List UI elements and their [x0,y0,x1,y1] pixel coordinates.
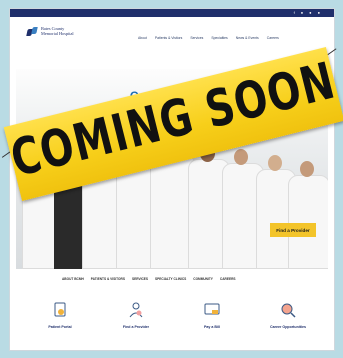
quicklink-career-opportunities[interactable]: Career Opportunities [262,301,314,329]
facebook-icon[interactable]: f [294,11,295,15]
quicklink-label: Career Opportunities [270,325,306,329]
nav-item-patients[interactable]: Patients & Visitors [155,36,182,40]
submenu-services[interactable]: SERVICES [132,277,148,281]
nav-item-news[interactable]: News & Events [236,36,259,40]
nav-item-services[interactable]: Services [190,36,203,40]
top-utility-bar: f ● ● ● [10,9,334,17]
nav-item-about[interactable]: About [138,36,147,40]
bill-icon [204,303,220,315]
site-logo[interactable]: Bates County Memorial Hospital [27,26,79,37]
submenu-specialty-clinics[interactable]: SPECIALTY CLINICS [155,277,186,281]
portal-icon [54,302,66,317]
submenu-community[interactable]: COMMUNITY [193,277,213,281]
nav-item-specialties[interactable]: Specialties [211,36,227,40]
submenu-careers[interactable]: CAREERS [220,277,236,281]
main-nav: About Patients & Visitors Services Speci… [138,36,279,40]
quicklink-pay-bill[interactable]: Pay a Bill [186,301,238,329]
nav-item-careers[interactable]: Careers [267,36,279,40]
twitter-icon[interactable]: ● [301,11,303,15]
provider-icon [129,302,143,318]
submenu-patients[interactable]: PATIENTS & VISITORS [91,277,125,281]
find-provider-button[interactable]: Find a Provider [270,223,316,237]
submenu-about[interactable]: ABOUT BCMH [62,277,84,281]
quicklink-label: Pay a Bill [204,325,220,329]
quicklink-patient-portal[interactable]: Patient Portal [34,301,86,329]
site-name: Bates County Memorial Hospital [41,25,74,36]
secondary-menu: ABOUT BCMH PATIENTS & VISITORS SERVICES … [62,277,236,281]
linkedin-icon[interactable]: ● [318,11,320,15]
quicklink-find-provider[interactable]: Find a Provider [110,301,162,329]
youtube-icon[interactable]: ● [309,11,311,15]
quicklink-label: Find a Provider [122,325,150,329]
quicklink-label: Patient Portal [48,325,72,329]
quicklinks: Patient Portal Find a Provider Pay a Bil… [34,301,314,329]
career-icon [281,303,296,318]
logo-mark-icon [27,26,38,37]
social-links: f ● ● ● [294,11,320,15]
